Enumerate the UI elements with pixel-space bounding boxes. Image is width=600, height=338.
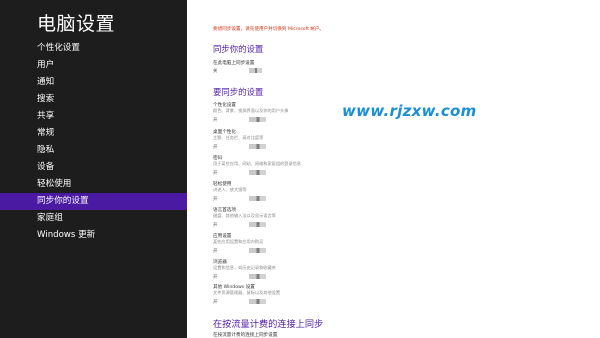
setting-description: 某些应用设置和应用内购买 [213, 239, 264, 244]
account-notice[interactable]: 要想同步设置，请先使用户并切换到 Microsoft 帐户。 [213, 26, 324, 32]
sidebar-item-search[interactable]: 搜索 [0, 91, 187, 108]
sync-on-this-pc-state: 关 [213, 69, 218, 74]
sidebar-item-share[interactable]: 共享 [0, 108, 187, 125]
sidebar-item-personalize[interactable]: 个性化设置 [0, 40, 187, 57]
setting-toggle[interactable] [249, 117, 266, 122]
setting-description: 颜色、背景、锁屏界面以及你的用户头像 [213, 108, 289, 113]
sidebar-item-ease-of-access[interactable]: 轻松使用 [0, 176, 187, 193]
sidebar-item-privacy[interactable]: 隐私 [0, 142, 187, 159]
sync-settings-heading: 同步你的设置 [213, 44, 264, 54]
setting-state: 开 [213, 300, 218, 305]
setting-description: 用于某些应用、网站、网络和家庭组的登录信息 [213, 161, 301, 166]
sidebar-item-homegroup[interactable]: 家庭组 [0, 210, 187, 227]
sync-on-this-pc-toggle[interactable] [249, 68, 262, 73]
setting-toggle[interactable] [249, 299, 266, 304]
site-watermark: www.rjzxw.com [342, 102, 477, 120]
setting-description: 文件资源管理器、鼠标以及其他设置 [213, 290, 281, 295]
sidebar-item-windows-update[interactable]: Windows 更新 [0, 227, 187, 244]
setting-state: 开 [213, 275, 218, 280]
metered-sync-label: 在按流量计费的连接上同步设置 [213, 333, 278, 338]
sidebar-item-devices[interactable]: 设备 [0, 159, 187, 176]
pc-settings-title: 电脑设置 [37, 13, 116, 35]
sidebar: 电脑设置 个性化设置 用户 通知 搜索 共享 常规 隐私 设备 轻松使用 同步你… [0, 0, 187, 338]
main-content: 要想同步设置，请先使用户并切换到 Microsoft 帐户。 同步你的设置 在此… [187, 0, 600, 338]
setting-state: 开 [213, 223, 218, 228]
setting-description: 键盘、其他输入法以及显示语言等 [213, 213, 276, 218]
metered-sync-heading: 在按流量计费的连接上同步 [213, 319, 324, 330]
sync-on-this-pc-label: 在此电脑上同步设置 [213, 61, 255, 66]
setting-state: 开 [213, 171, 218, 176]
sidebar-item-sync-settings[interactable]: 同步你的设置 [0, 193, 187, 210]
sidebar-item-general[interactable]: 常规 [0, 125, 187, 142]
sidebar-nav: 个性化设置 用户 通知 搜索 共享 常规 隐私 设备 轻松使用 同步你的设置 家… [0, 40, 187, 244]
setting-description: 主题、任务栏、高对比度等 [213, 135, 264, 140]
setting-toggle[interactable] [249, 222, 266, 227]
setting-state: 开 [213, 249, 218, 254]
sidebar-item-users[interactable]: 用户 [0, 57, 187, 74]
setting-toggle[interactable] [249, 170, 266, 175]
setting-toggle[interactable] [249, 248, 266, 253]
setting-toggle[interactable] [249, 144, 266, 149]
setting-state: 开 [213, 118, 218, 123]
sidebar-item-notifications[interactable]: 通知 [0, 74, 187, 91]
setting-description: 讲述人、放大镜等 [213, 187, 247, 192]
setting-state: 开 [213, 145, 218, 150]
what-to-sync-heading: 要同步的设置 [213, 87, 264, 97]
setting-toggle[interactable] [249, 196, 266, 201]
setting-description: 设置和信息，如历史记录和收藏夹 [213, 265, 276, 270]
setting-state: 开 [213, 197, 218, 202]
setting-toggle[interactable] [249, 274, 266, 279]
